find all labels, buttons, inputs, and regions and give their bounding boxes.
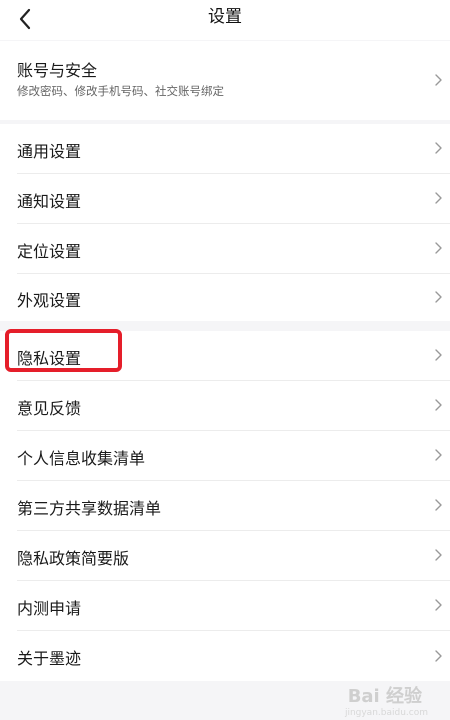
chevron-right-icon bbox=[435, 499, 442, 511]
page-title: 设置 bbox=[208, 7, 242, 27]
settings-item-general[interactable]: 通用设置 bbox=[0, 124, 450, 173]
settings-page: 设置 账号与安全 修改密码、修改手机号码、社交账号绑定 通用设置 通知设置 定位… bbox=[0, 0, 450, 720]
settings-item-beta-application[interactable]: 内测申请 bbox=[0, 581, 450, 630]
chevron-right-icon bbox=[435, 650, 442, 662]
chevron-right-icon bbox=[435, 142, 442, 154]
chevron-right-icon bbox=[435, 291, 442, 303]
settings-item-notification[interactable]: 通知设置 bbox=[0, 174, 450, 223]
chevron-right-icon bbox=[435, 74, 442, 86]
top-nav-bar: 设置 bbox=[0, 0, 450, 40]
highlight-annotation-box bbox=[5, 329, 122, 372]
settings-group-general: 通用设置 通知设置 定位设置 外观设置 bbox=[0, 124, 450, 321]
settings-item-label: 内测申请 bbox=[17, 599, 82, 618]
settings-group-privacy: 隐私设置 意见反馈 个人信息收集清单 第三方共享数据清单 隐私政策简要版 内测申… bbox=[0, 331, 450, 681]
chevron-right-icon bbox=[435, 349, 442, 361]
settings-item-label: 个人信息收集清单 bbox=[17, 449, 146, 468]
chevron-right-icon bbox=[435, 399, 442, 411]
settings-item-feedback[interactable]: 意见反馈 bbox=[0, 381, 450, 430]
chevron-right-icon bbox=[435, 449, 442, 461]
settings-item-subtitle: 修改密码、修改手机号码、社交账号绑定 bbox=[17, 84, 224, 98]
settings-item-label: 第三方共享数据清单 bbox=[17, 499, 162, 518]
settings-item-about[interactable]: 关于墨迹 bbox=[0, 631, 450, 681]
watermark-url: jingyan.baidu.com bbox=[344, 708, 428, 718]
chevron-right-icon bbox=[435, 599, 442, 611]
settings-item-third-party-data-list[interactable]: 第三方共享数据清单 bbox=[0, 481, 450, 530]
settings-item-label: 外观设置 bbox=[17, 291, 82, 310]
settings-item-location[interactable]: 定位设置 bbox=[0, 224, 450, 273]
settings-item-label: 通知设置 bbox=[17, 192, 82, 211]
settings-item-label: 隐私政策简要版 bbox=[17, 549, 130, 568]
chevron-right-icon bbox=[435, 242, 442, 254]
settings-item-label: 定位设置 bbox=[17, 242, 82, 261]
settings-item-account-security[interactable]: 账号与安全 修改密码、修改手机号码、社交账号绑定 bbox=[0, 41, 450, 120]
watermark-logo: Bai 经验 bbox=[347, 686, 422, 707]
chevron-right-icon bbox=[435, 549, 442, 561]
settings-item-label: 意见反馈 bbox=[17, 399, 82, 418]
settings-item-privacy-policy-summary[interactable]: 隐私政策简要版 bbox=[0, 531, 450, 580]
chevron-right-icon bbox=[435, 192, 442, 204]
settings-item-label: 关于墨迹 bbox=[17, 649, 82, 668]
settings-item-personal-info-list[interactable]: 个人信息收集清单 bbox=[0, 431, 450, 480]
settings-item-label: 通用设置 bbox=[17, 142, 82, 161]
settings-item-appearance[interactable]: 外观设置 bbox=[0, 274, 450, 321]
settings-item-label: 账号与安全 bbox=[17, 61, 98, 80]
